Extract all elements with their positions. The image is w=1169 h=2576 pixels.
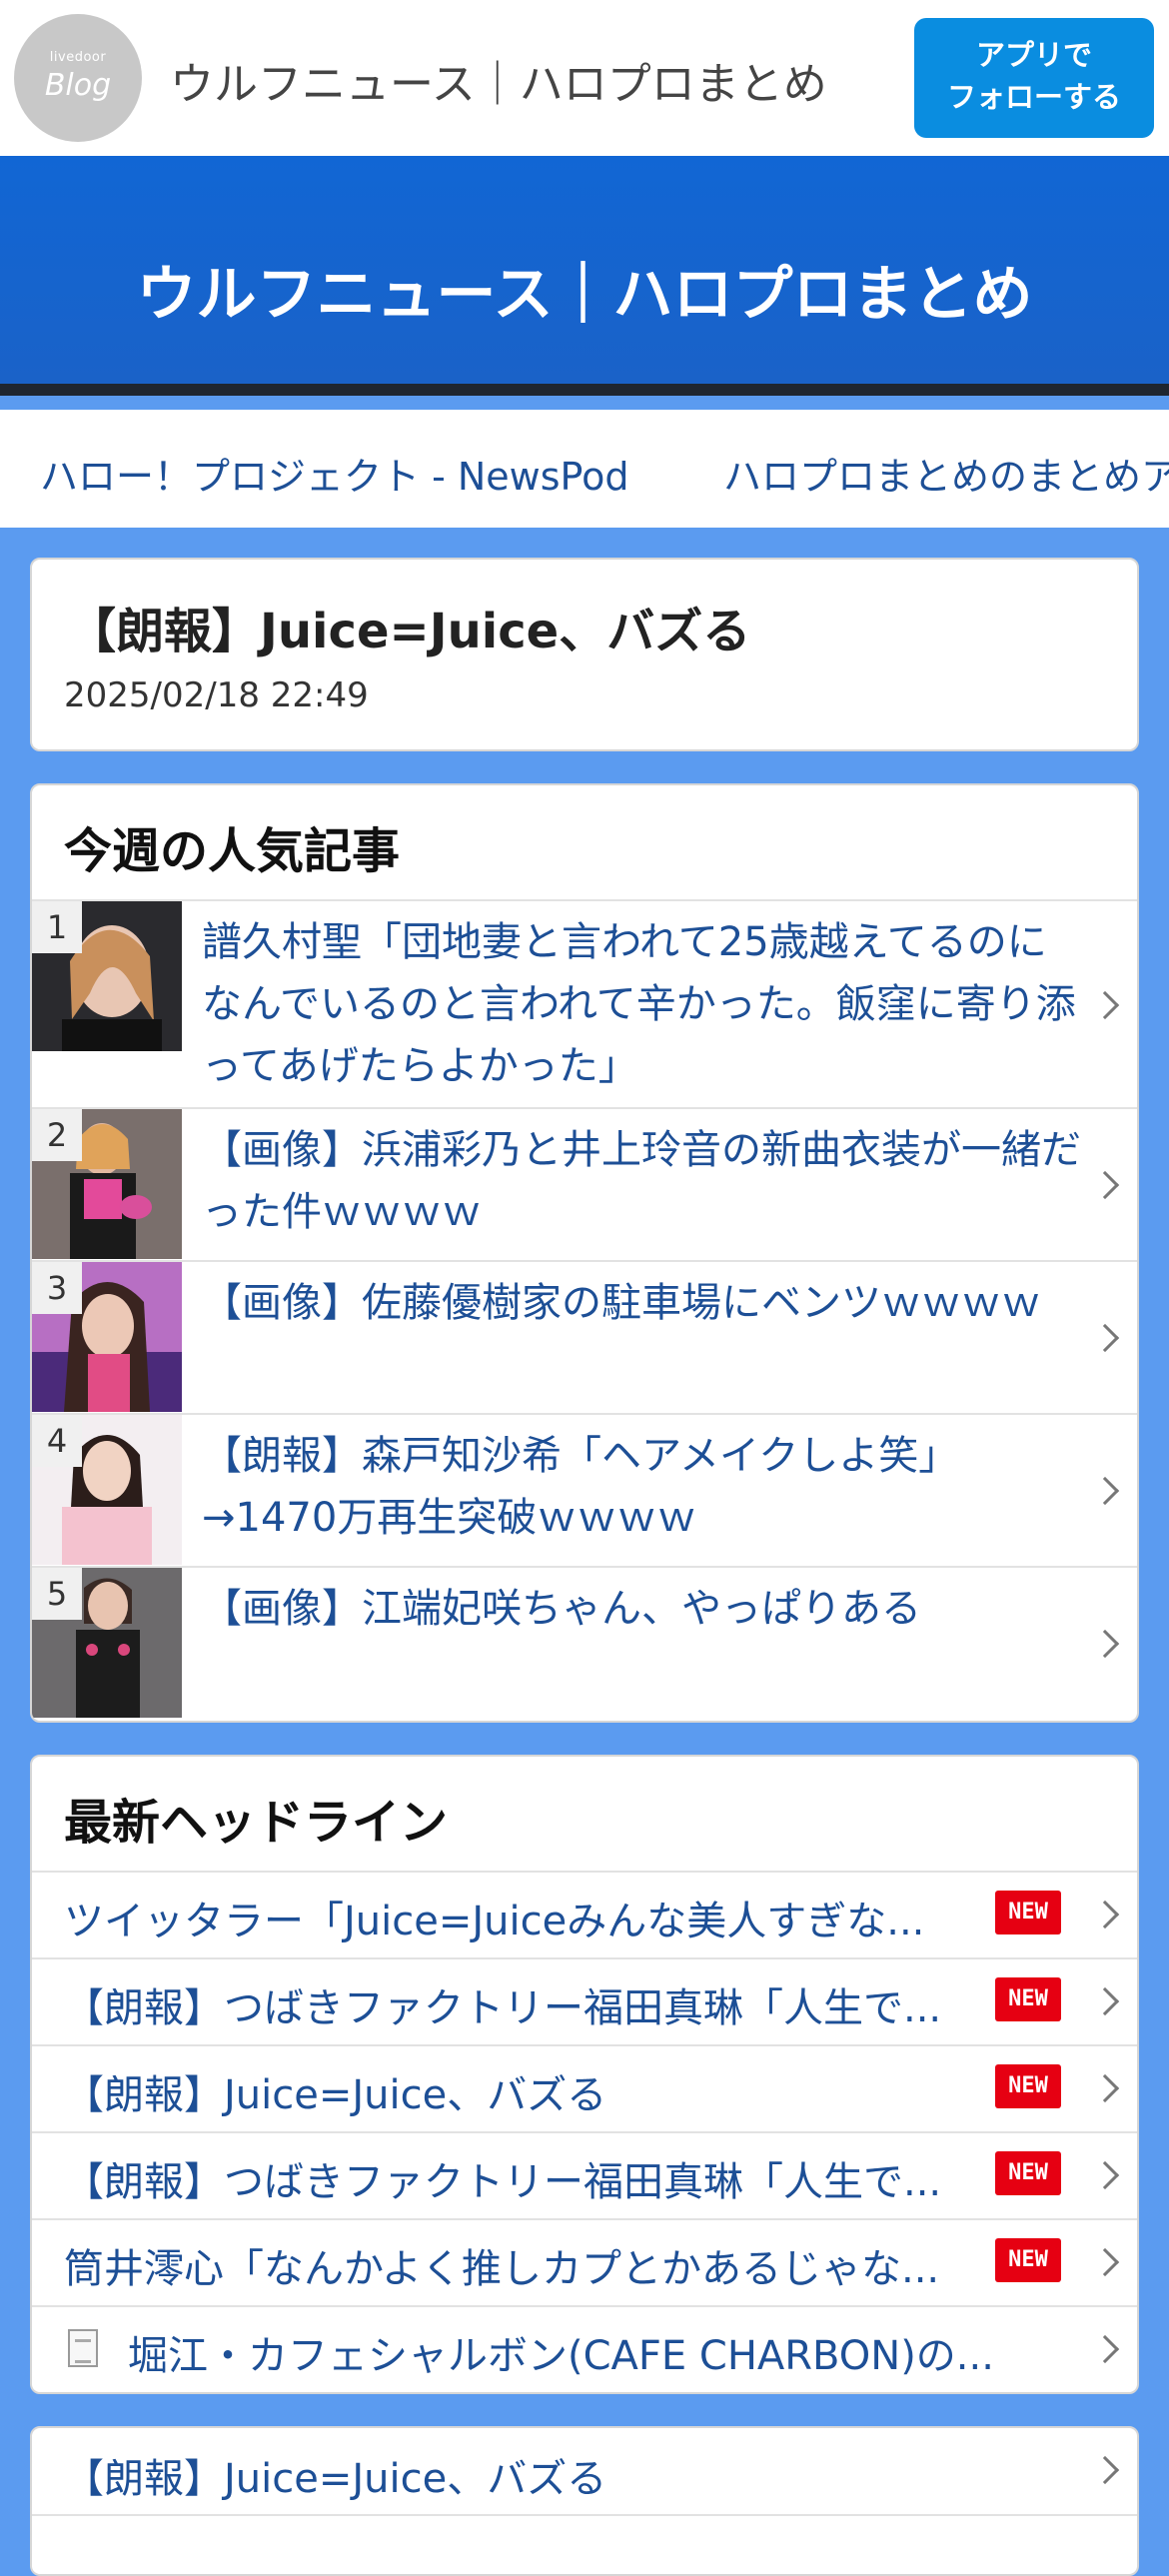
chevron-right-icon bbox=[1090, 1476, 1120, 1506]
rank-number: 2 bbox=[32, 1109, 82, 1161]
headline-item-1[interactable]: ツイッタラー「Juice=Juiceみんな美人すぎな... NEW bbox=[32, 1873, 1137, 1959]
ranking-item-title: 【朗報】森戸知沙希「ヘアメイクしよ笑」→1470万再生突破ｗｗｗｗ bbox=[202, 1433, 959, 1541]
related-item-1[interactable]: 【朗報】Juice=Juice、バズる bbox=[32, 2428, 1137, 2516]
chevron-right-icon bbox=[1090, 2455, 1120, 2485]
follow-button-line1: アプリで bbox=[975, 38, 1092, 72]
article-date: 2025/02/18 22:49 bbox=[64, 675, 369, 715]
new-badge: NEW bbox=[995, 1891, 1061, 1934]
article-header-card: 【朗報】Juice=Juice、バズる 2025/02/18 22:49 bbox=[30, 558, 1139, 751]
headline-item-4[interactable]: 【朗報】つばきファクトリー福田真琳「人生で... NEW bbox=[32, 2133, 1137, 2220]
chevron-right-icon bbox=[1090, 2334, 1120, 2364]
headline-item-6[interactable]: 堀江・カフェシャルボン(CAFE CHARBON)の... bbox=[32, 2307, 1137, 2392]
blog-header-banner: ウルフニュース｜ハロプロまとめ bbox=[0, 156, 1169, 396]
ranking-item-title: 【画像】佐藤優樹家の駐車場にベンツｗｗｗｗ bbox=[202, 1280, 1041, 1326]
nav-link-matome[interactable]: ハロプロまとめのまとめア bbox=[723, 446, 1169, 501]
logo-big-text: Blog bbox=[44, 68, 112, 103]
ranking-item-4[interactable]: 4 【朗報】森戸知沙希「ヘアメイクしよ笑」→1470万再生突破ｗｗｗｗ bbox=[32, 1415, 1137, 1568]
headline-item-3[interactable]: 【朗報】Juice=Juice、バズる NEW bbox=[32, 2046, 1137, 2133]
headline-title: ツイッタラー「Juice=Juiceみんな美人すぎな... bbox=[64, 1899, 925, 1944]
chevron-right-icon bbox=[1090, 2160, 1120, 2190]
blog-title[interactable]: ウルフニュース｜ハロプロまとめ bbox=[0, 246, 1169, 333]
headline-title: 堀江・カフェシャルボン(CAFE CHARBON)の... bbox=[128, 2333, 994, 2379]
follow-in-app-button[interactable]: アプリで フォローする bbox=[914, 18, 1154, 138]
chevron-right-icon bbox=[1090, 1170, 1120, 1200]
ranking-item-1[interactable]: 1 譜久村聖「団地妻と言われて25歳越えてるのになんでいるのと言われて辛かった。… bbox=[32, 901, 1137, 1109]
logo-small-text: livedoor bbox=[49, 50, 107, 65]
related-articles-card: 【朗報】Juice=Juice、バズる bbox=[30, 2426, 1139, 2576]
rank-number: 1 bbox=[32, 901, 82, 953]
headline-title: 【朗報】つばきファクトリー福田真琳「人生で... bbox=[64, 1985, 942, 2031]
new-badge: NEW bbox=[995, 2064, 1061, 2108]
rank-number: 3 bbox=[32, 1262, 82, 1314]
top-bar: livedoor Blog ウルフニュース｜ハロプロまとめ アプリで フォローす… bbox=[0, 0, 1169, 156]
chevron-right-icon bbox=[1090, 1986, 1120, 2016]
headline-item-5[interactable]: 筒井澪心「なんかよく推しカプとかあるじゃな... NEW bbox=[32, 2220, 1137, 2307]
latest-headlines-heading: 最新ヘッドライン bbox=[32, 1757, 1137, 1873]
follow-button-line2: フォローする bbox=[946, 80, 1121, 114]
new-badge: NEW bbox=[995, 2151, 1061, 2195]
document-icon bbox=[68, 2329, 98, 2367]
popular-articles-card: 今週の人気記事 1 譜久村聖「団地妻と言われて25歳越えてるのになんでいるのと言… bbox=[30, 783, 1139, 1723]
latest-headlines-card: 最新ヘッドライン ツイッタラー「Juice=Juiceみんな美人すぎな... N… bbox=[30, 1755, 1139, 2394]
ranking-item-title: 譜久村聖「団地妻と言われて25歳越えてるのになんでいるのと言われて辛かった。飯窪… bbox=[202, 919, 1076, 1089]
chevron-right-icon bbox=[1090, 2073, 1120, 2103]
related-item-title: 【朗報】Juice=Juice、バズる bbox=[64, 2456, 607, 2502]
rank-number: 4 bbox=[32, 1415, 82, 1467]
new-badge: NEW bbox=[995, 1977, 1061, 2021]
new-badge: NEW bbox=[995, 2238, 1061, 2282]
chevron-right-icon bbox=[1090, 1323, 1120, 1353]
article-title: 【朗報】Juice=Juice、バズる bbox=[68, 604, 751, 659]
site-name[interactable]: ウルフニュース｜ハロプロまとめ bbox=[170, 48, 827, 112]
chevron-right-icon bbox=[1090, 990, 1120, 1020]
headline-item-2[interactable]: 【朗報】つばきファクトリー福田真琳「人生で... NEW bbox=[32, 1959, 1137, 2046]
chevron-right-icon bbox=[1090, 1629, 1120, 1659]
ranking-item-title: 【画像】江端妃咲ちゃん、やっぱりある bbox=[202, 1586, 921, 1632]
rank-number: 5 bbox=[32, 1568, 82, 1620]
livedoor-blog-logo[interactable]: livedoor Blog bbox=[14, 14, 142, 142]
popular-articles-heading: 今週の人気記事 bbox=[32, 785, 1137, 901]
link-nav: ハロー！プロジェクト - NewsPod ハロプロまとめのまとめア bbox=[0, 410, 1169, 528]
headline-title: 【朗報】つばきファクトリー福田真琳「人生で... bbox=[64, 2159, 942, 2205]
ranking-item-3[interactable]: 3 【画像】佐藤優樹家の駐車場にベンツｗｗｗｗ bbox=[32, 1262, 1137, 1415]
ranking-item-2[interactable]: 2 【画像】浜浦彩乃と井上玲音の新曲衣装が一緒だった件ｗｗｗｗ bbox=[32, 1109, 1137, 1262]
headline-title: 筒井澪心「なんかよく推しカプとかあるじゃな... bbox=[64, 2246, 940, 2292]
chevron-right-icon bbox=[1090, 1900, 1120, 1930]
headline-title: 【朗報】Juice=Juice、バズる bbox=[64, 2072, 607, 2118]
nav-link-newspod[interactable]: ハロー！プロジェクト - NewsPod bbox=[40, 446, 628, 501]
ranking-item-title: 【画像】浜浦彩乃と井上玲音の新曲衣装が一緒だった件ｗｗｗｗ bbox=[202, 1127, 1081, 1235]
ranking-item-5[interactable]: 5 【画像】江端妃咲ちゃん、やっぱりある bbox=[32, 1568, 1137, 1721]
chevron-right-icon bbox=[1090, 2247, 1120, 2277]
